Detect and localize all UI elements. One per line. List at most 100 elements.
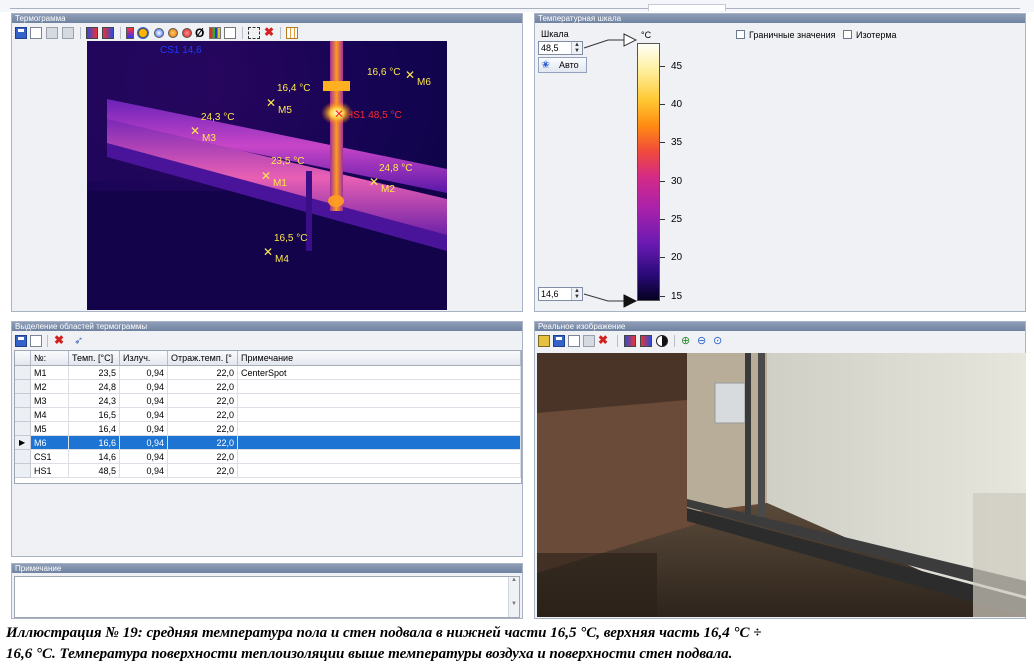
delete-icon[interactable]: ✖ (54, 334, 64, 346)
marker-m6-cross[interactable]: ✕ (405, 69, 415, 81)
row-header[interactable] (15, 422, 31, 436)
table-cell[interactable]: 0,94 (120, 366, 168, 380)
table-cell[interactable]: 22,0 (168, 450, 238, 464)
table-cell[interactable] (238, 450, 521, 464)
table-cell[interactable]: M1 (31, 366, 69, 380)
table-cell[interactable]: 22,0 (168, 422, 238, 436)
table-cell[interactable]: M2 (31, 380, 69, 394)
column-header[interactable]: Темп. [°C] (69, 351, 120, 366)
contrast-icon[interactable] (656, 335, 668, 347)
palette-icon[interactable] (624, 335, 636, 347)
save-icon[interactable] (553, 335, 565, 347)
row-header[interactable] (15, 366, 31, 380)
hotspot-cross[interactable]: ✕ (334, 108, 344, 120)
palette-iron-icon[interactable] (138, 28, 148, 38)
table-row[interactable]: HS1 48,5 0,94 22,0 (15, 464, 521, 478)
table-cell[interactable] (238, 436, 521, 450)
table-cell[interactable]: M4 (31, 408, 69, 422)
scale-max-input[interactable]: 48,5 ▲ ▼ (538, 41, 583, 55)
table-cell[interactable]: HS1 (31, 464, 69, 478)
table-cell[interactable]: 22,0 (168, 436, 238, 450)
palette-icon[interactable] (86, 27, 98, 39)
copy-icon[interactable] (30, 335, 42, 347)
palette-swap-icon[interactable] (102, 27, 114, 39)
palette-swap-icon[interactable] (640, 335, 652, 347)
table-cell[interactable]: 0,94 (120, 380, 168, 394)
print-icon[interactable] (62, 27, 74, 39)
table-cell[interactable]: 0,94 (120, 450, 168, 464)
scrollbar[interactable]: ▲ ▼ (508, 577, 519, 617)
no-palette-icon[interactable]: Ø (195, 27, 207, 39)
column-header[interactable]: Отраж.темп. [° (168, 351, 238, 366)
scale-bar-icon[interactable] (126, 27, 134, 39)
row-header[interactable] (15, 408, 31, 422)
table-cell[interactable] (238, 380, 521, 394)
table-row[interactable]: ▶ M6 16,6 0,94 22,0 (15, 436, 521, 450)
real-photo[interactable] (537, 353, 1026, 617)
row-header[interactable] (15, 464, 31, 478)
table-cell[interactable]: 0,94 (120, 464, 168, 478)
table-cell[interactable]: M5 (31, 422, 69, 436)
delete-icon[interactable]: ✖ (598, 334, 608, 346)
table-cell[interactable] (238, 422, 521, 436)
table-cell[interactable]: M3 (31, 394, 69, 408)
pin-icon[interactable]: ➶ (74, 335, 86, 347)
table-cell[interactable]: 0,94 (120, 422, 168, 436)
isotherm-checkbox[interactable] (843, 30, 852, 39)
table-cell[interactable]: 22,0 (168, 366, 238, 380)
open-image-icon[interactable] (538, 335, 550, 347)
palette-rainbow-icon[interactable] (154, 28, 164, 38)
row-header[interactable] (15, 394, 31, 408)
thermogram-image[interactable]: 16,6 °C ✕ M6 16,4 °C ✕ M5 24,3 °C ✕ M3 ✕… (87, 41, 447, 310)
delete-icon[interactable]: ✖ (264, 26, 274, 38)
table-row[interactable]: M4 16,5 0,94 22,0 (15, 408, 521, 422)
table-cell[interactable]: 22,0 (168, 380, 238, 394)
select-area-icon[interactable] (248, 27, 260, 39)
note-textarea[interactable]: ▲ ▼ (14, 576, 520, 618)
row-header[interactable] (15, 380, 31, 394)
column-header[interactable]: №: (31, 351, 69, 366)
table-row[interactable]: M2 24,8 0,94 22,0 (15, 380, 521, 394)
row-header[interactable] (15, 450, 31, 464)
marker-m5-cross[interactable]: ✕ (266, 97, 276, 109)
table-row[interactable]: CS1 14,6 0,94 22,0 (15, 450, 521, 464)
table-cell[interactable]: 16,6 (69, 436, 120, 450)
top-tab[interactable] (648, 4, 726, 11)
save-icon[interactable] (15, 335, 27, 347)
table-cell[interactable]: 14,6 (69, 450, 120, 464)
scale-min-input[interactable]: 14,6 ▲ ▼ (538, 287, 583, 301)
table-row[interactable]: M1 23,5 0,94 22,0 CenterSpot (15, 366, 521, 380)
export-icon[interactable] (46, 27, 58, 39)
table-cell[interactable]: M6 (31, 436, 69, 450)
table-cell[interactable]: 24,3 (69, 394, 120, 408)
table-cell[interactable]: 22,0 (168, 408, 238, 422)
column-header[interactable]: Излуч. (120, 351, 168, 366)
palette-hot-icon[interactable] (168, 28, 178, 38)
table-cell[interactable]: 22,0 (168, 464, 238, 478)
paste-icon[interactable] (583, 335, 595, 347)
save-icon[interactable] (15, 27, 27, 39)
table-cell[interactable]: 0,94 (120, 408, 168, 422)
table-cell[interactable] (238, 464, 521, 478)
table-cell[interactable]: 16,5 (69, 408, 120, 422)
copy-icon[interactable] (568, 335, 580, 347)
table-cell[interactable] (238, 394, 521, 408)
zoom-out-icon[interactable]: ⊖ (697, 335, 709, 347)
grid-icon[interactable] (286, 27, 298, 39)
copy-icon[interactable] (30, 27, 42, 39)
marker-m1-cross[interactable]: ✕ (261, 170, 271, 182)
marker-m2-cross[interactable]: ✕ (369, 176, 379, 188)
table-cell[interactable]: CS1 (31, 450, 69, 464)
palette-red-icon[interactable] (182, 28, 192, 38)
table-cell[interactable]: 23,5 (69, 366, 120, 380)
row-header[interactable]: ▶ (15, 436, 31, 450)
zoom-in-icon[interactable]: ⊕ (681, 335, 693, 347)
marker-m3-cross[interactable]: ✕ (190, 125, 200, 137)
table-cell[interactable]: 24,8 (69, 380, 120, 394)
table-cell[interactable]: 48,5 (69, 464, 120, 478)
profile-icon[interactable] (224, 27, 236, 39)
table-row[interactable]: M5 16,4 0,94 22,0 (15, 422, 521, 436)
table-cell[interactable]: 0,94 (120, 394, 168, 408)
table-row[interactable]: M3 24,3 0,94 22,0 (15, 394, 521, 408)
marker-m4-cross[interactable]: ✕ (263, 246, 273, 258)
